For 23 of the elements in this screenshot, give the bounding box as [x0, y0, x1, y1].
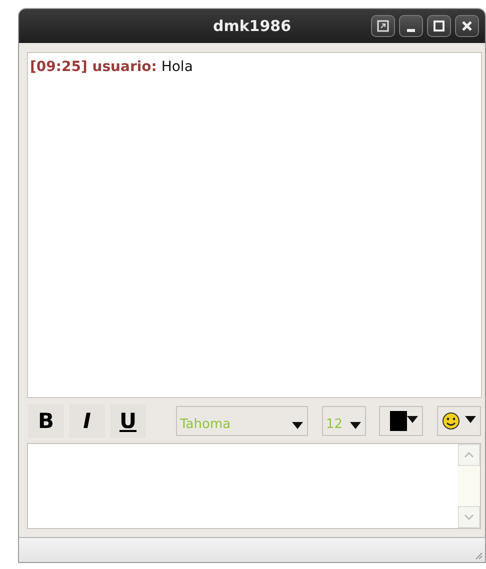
close-icon	[461, 20, 473, 32]
caret-icon	[407, 416, 418, 423]
resize-grip-icon	[475, 552, 483, 560]
smiley-icon	[442, 412, 460, 430]
minimize-icon	[407, 28, 415, 32]
caret-icon	[292, 422, 303, 429]
maximize-button[interactable]	[427, 15, 451, 37]
window-title: dmk1986	[212, 17, 292, 35]
close-button[interactable]	[455, 15, 479, 37]
maximize-icon	[433, 20, 445, 32]
underline-button[interactable]: U	[110, 404, 146, 438]
chevron-up-icon	[464, 452, 474, 458]
popout-icon	[377, 20, 389, 32]
minimize-button[interactable]	[399, 15, 423, 37]
caret-icon	[465, 416, 476, 423]
bold-button[interactable]: B	[28, 404, 64, 438]
color-picker[interactable]	[379, 406, 423, 436]
chevron-down-icon	[464, 514, 474, 520]
italic-button[interactable]: I	[69, 404, 105, 438]
emoticon-button[interactable]	[437, 406, 481, 436]
chat-message: [09:25] usuario: Hola	[30, 59, 194, 75]
popout-button[interactable]	[371, 15, 395, 37]
caret-icon	[350, 422, 361, 429]
